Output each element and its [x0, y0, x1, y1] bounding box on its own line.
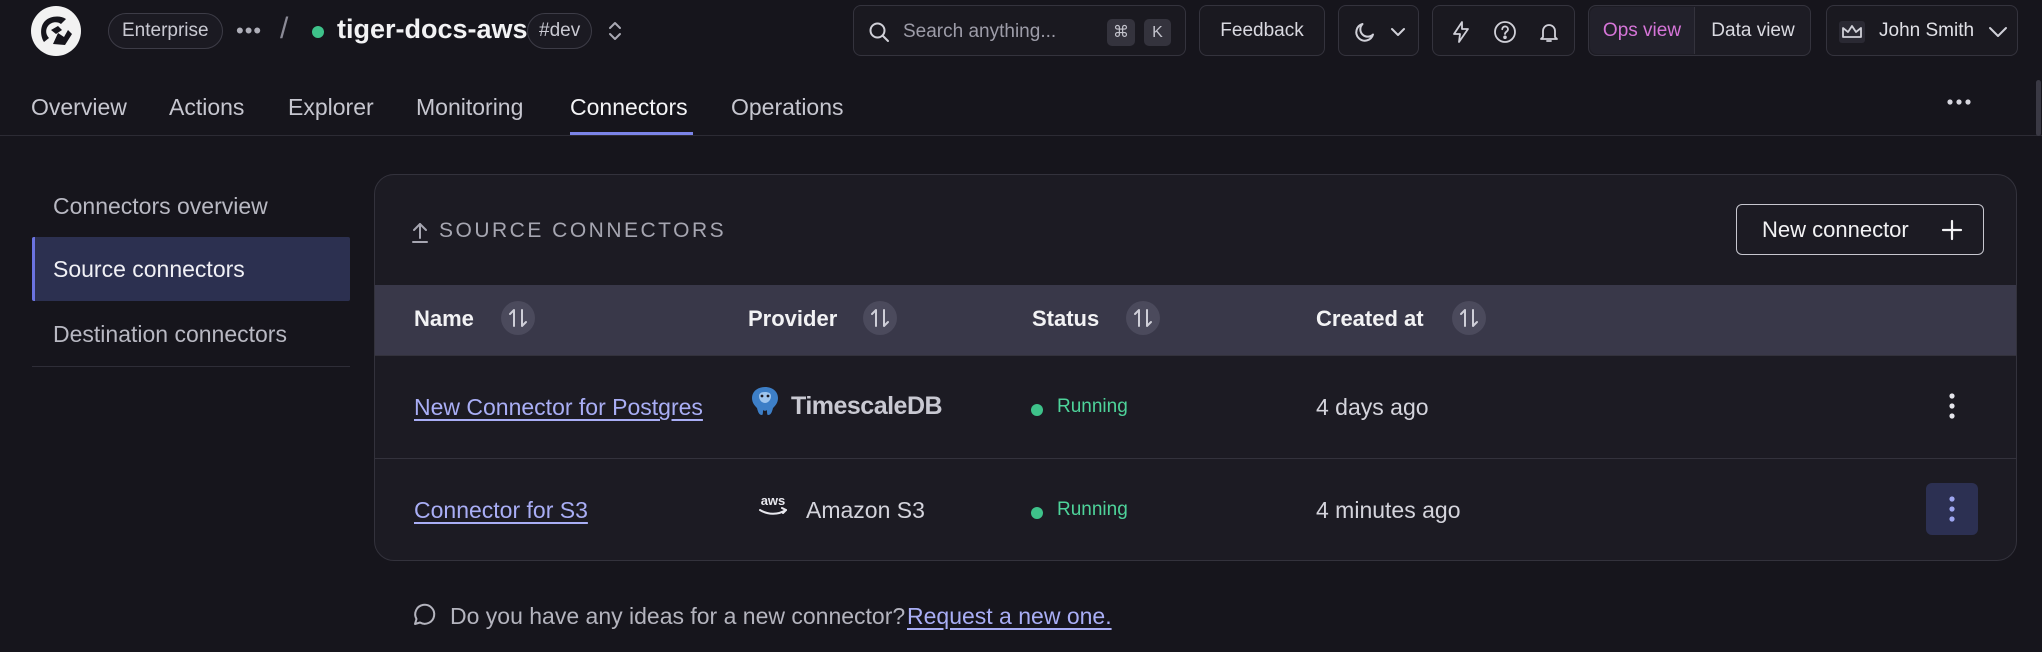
column-header-status: Status	[1032, 306, 1100, 331]
bell-icon[interactable]	[1537, 20, 1561, 44]
feedback-button[interactable]: Feedback	[1199, 5, 1325, 56]
user-menu-button[interactable]: John Smith	[1826, 5, 2018, 56]
sidebar-divider	[32, 366, 350, 367]
footer-prompt: Do you have any ideas for a new connecto…	[450, 603, 906, 629]
sidebar-item-connectors-overview[interactable]: Connectors overview	[32, 174, 350, 238]
source-connectors-card: SOURCE CONNECTORS New connector Name Pro…	[374, 174, 2017, 561]
tab-actions[interactable]: Actions	[169, 94, 244, 121]
chevron-up-down-icon[interactable]	[607, 19, 623, 48]
sort-status-button[interactable]	[1126, 301, 1160, 335]
upload-icon	[412, 223, 428, 243]
aws-logo-icon: aws	[759, 493, 787, 515]
user-name: John Smith	[1879, 20, 1975, 41]
sort-icon	[1460, 309, 1478, 327]
provider-name: TimescaleDB	[791, 392, 943, 420]
app-logo[interactable]	[31, 6, 81, 56]
search-icon	[869, 22, 889, 42]
timescaledb-logo-icon	[752, 387, 778, 415]
column-header-created-at: Created at	[1316, 306, 1424, 331]
shortcut-key-cmd: ⌘	[1107, 19, 1135, 46]
moon-icon	[1355, 23, 1374, 42]
more-horizontal-icon[interactable]	[1946, 98, 1972, 106]
sidebar-item-source-connectors[interactable]: Source connectors	[32, 237, 350, 301]
service-status-dot	[312, 26, 324, 38]
message-circle-icon	[414, 603, 436, 625]
avatar	[1838, 20, 1866, 49]
crown-icon	[1839, 21, 1865, 43]
new-connector-button[interactable]: New connector	[1736, 204, 1984, 255]
help-icon[interactable]	[1493, 20, 1517, 44]
env-tag: #dev	[527, 13, 593, 49]
quick-actions-group	[1432, 5, 1575, 56]
created-at: 4 minutes ago	[1316, 497, 1461, 523]
svg-text:aws: aws	[761, 493, 786, 508]
shortcut-key-k: K	[1144, 19, 1171, 46]
ops-view-button[interactable]: Ops view	[1590, 7, 1695, 54]
status-dot	[1031, 404, 1043, 416]
search-placeholder: Search anything...	[903, 21, 1057, 42]
sort-icon	[1134, 309, 1152, 327]
tab-explorer[interactable]: Explorer	[288, 94, 374, 121]
tab-connectors[interactable]: Connectors	[570, 94, 688, 121]
row-actions-button[interactable]	[1926, 483, 1978, 535]
tab-operations[interactable]: Operations	[731, 94, 844, 121]
view-toggle: Ops view Data view	[1588, 5, 1811, 56]
table-row: Connector for S3 aws Amazon S3 Running 4…	[375, 458, 2016, 560]
column-header-provider: Provider	[748, 306, 838, 331]
main-tabs: Overview Actions Explorer Monitoring Con…	[0, 62, 2042, 136]
sort-created-button[interactable]	[1452, 301, 1486, 335]
chevron-down-icon	[1989, 27, 2007, 37]
request-connector-link[interactable]: Request a new one.	[907, 603, 1112, 630]
data-view-button[interactable]: Data view	[1695, 7, 1811, 54]
status-dot	[1031, 507, 1043, 519]
status-badge: Running	[1057, 396, 1128, 417]
top-bar: Enterprise ••• / tiger-docs-aws #dev Sea…	[0, 0, 2042, 62]
search-input[interactable]: Search anything... ⌘ K	[853, 5, 1186, 56]
status-badge: Running	[1057, 499, 1128, 520]
service-name[interactable]: tiger-docs-aws	[337, 14, 528, 45]
card-title: SOURCE CONNECTORS	[439, 219, 727, 242]
scrollbar[interactable]	[2036, 80, 2041, 136]
provider-name: Amazon S3	[806, 497, 925, 523]
theme-toggle-button[interactable]	[1338, 5, 1419, 56]
table-header: Name Provider Status Created at	[375, 285, 2016, 355]
sort-icon	[871, 309, 889, 327]
column-header-name: Name	[414, 306, 474, 331]
plan-badge: Enterprise	[108, 13, 223, 49]
breadcrumb-separator: /	[280, 12, 289, 45]
connector-name-link[interactable]: New Connector for Postgres	[414, 394, 703, 421]
more-horizontal-icon[interactable]: •••	[236, 18, 262, 44]
row-actions-button[interactable]	[1926, 380, 1978, 432]
tab-monitoring[interactable]: Monitoring	[416, 94, 523, 121]
active-tab-indicator	[570, 132, 693, 135]
tab-overview[interactable]: Overview	[31, 94, 127, 121]
plus-icon	[1941, 219, 1963, 241]
sort-icon	[509, 309, 527, 327]
sort-provider-button[interactable]	[863, 301, 897, 335]
more-vertical-icon	[1949, 393, 1955, 419]
sort-name-button[interactable]	[501, 301, 535, 335]
connector-name-link[interactable]: Connector for S3	[414, 497, 588, 524]
lightning-icon[interactable]	[1449, 20, 1473, 44]
created-at: 4 days ago	[1316, 394, 1429, 420]
chevron-down-icon	[1391, 28, 1405, 36]
more-vertical-icon	[1949, 496, 1955, 522]
sidebar-item-destination-connectors[interactable]: Destination connectors	[32, 302, 350, 366]
table-row: New Connector for Postgres TimescaleDB R…	[375, 355, 2016, 458]
new-connector-label: New connector	[1762, 217, 1909, 242]
